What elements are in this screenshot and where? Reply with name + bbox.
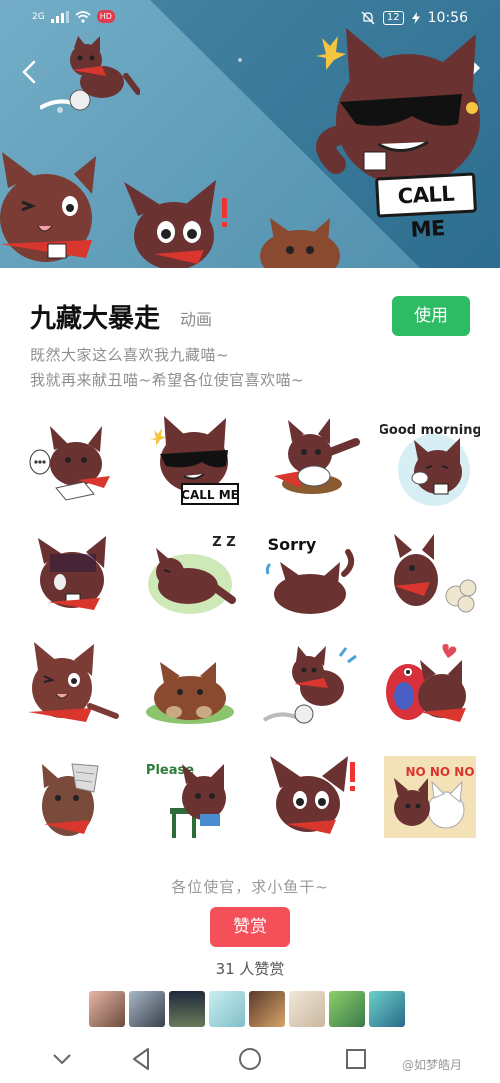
sticker-cat-farting[interactable] [380, 524, 480, 624]
chevron-down-icon[interactable] [46, 1043, 78, 1075]
recents-square-icon[interactable] [340, 1043, 372, 1075]
avatar[interactable] [209, 991, 245, 1027]
hero-running-cat [40, 36, 140, 111]
pack-description-line-1: 既然大家这么喜欢我九藏喵~ [30, 346, 230, 364]
sticker-cat-lying-down[interactable] [140, 636, 240, 736]
cat-sorry-art: Sorry [265, 535, 355, 614]
charging-icon [411, 12, 420, 24]
pack-category: 动画 [180, 310, 213, 329]
call-me-text: CALL ME [181, 488, 239, 502]
good-morning-text: Good morning [380, 423, 480, 438]
sticker-cat-fighting-pose[interactable] [260, 412, 360, 512]
reward-button[interactable]: 赞赏 [210, 907, 290, 947]
avatar[interactable] [169, 991, 205, 1027]
hd-badge: HD [96, 10, 115, 23]
hero-lying-cat [260, 218, 340, 268]
reward-count: 31 人赞赏 [215, 960, 285, 978]
cat-gloomy-art [38, 536, 106, 610]
pack-title: 九藏大暴走 [30, 304, 161, 334]
sticker-cat-bandaged[interactable] [20, 748, 120, 848]
cat-running-art [262, 646, 357, 724]
sticker-cat-sunglasses-call-me[interactable]: CALL ME [140, 412, 240, 512]
sticker-cat-good-morning[interactable]: Good morning [378, 412, 482, 512]
hero-surprised-cat [124, 180, 227, 268]
cat-bandaged-art [42, 763, 99, 836]
sorry-text: Sorry [268, 535, 317, 554]
watermark: @如梦皓月 [402, 1058, 463, 1072]
sticker-cat-sorry[interactable]: Sorry [260, 524, 360, 624]
cat-sunglasses-art: CALL ME [150, 416, 239, 505]
rewarder-avatars [89, 991, 405, 1027]
sticker-cat-surprised[interactable] [260, 748, 360, 848]
sticker-cat-running[interactable] [260, 636, 360, 736]
zz-text: Z Z [212, 535, 235, 550]
cat-typing-art [29, 426, 110, 501]
mute-bell-icon [361, 11, 375, 25]
cat-no-no-no-art: NO NO NO [384, 756, 476, 838]
avatar[interactable] [89, 991, 125, 1027]
network-type: 2G [32, 11, 45, 22]
cat-tongue-art [28, 642, 119, 722]
sticker-cat-with-parrot[interactable] [380, 636, 480, 736]
pack-description-line-2: 我就再来献丑喵~希望各位使官喜欢喵~ [30, 371, 305, 389]
back-triangle-icon[interactable] [126, 1043, 158, 1075]
sticker-cat-tongue-out[interactable] [20, 636, 120, 736]
cat-please-art: Please [146, 763, 226, 838]
sticker-cat-typing[interactable] [20, 412, 120, 512]
cat-fighting-art [274, 418, 360, 494]
wifi-icon [75, 10, 91, 23]
home-circle-icon[interactable] [234, 1043, 266, 1075]
hero-callme-sign: CALL ME [375, 172, 477, 242]
reward-tip: 各位使官，求小鱼干~ [171, 878, 329, 896]
cat-lying-art [146, 662, 234, 724]
hero-banner: 2G HD 12 10:56 CALL ME [0, 0, 500, 268]
use-button[interactable]: 使用 [392, 296, 470, 336]
hero-winking-cat [0, 152, 96, 262]
cat-parrot-art [386, 644, 466, 722]
sticker-cat-gloomy[interactable] [20, 524, 120, 624]
cat-good-morning-art: Good morning [378, 423, 482, 506]
no-no-no-text: NO NO NO [405, 765, 474, 779]
sticker-cat-please[interactable]: Please [140, 748, 240, 848]
cat-farting-art [394, 534, 477, 613]
cat-sleeping-art: Z Z [148, 535, 236, 614]
signal-icon [50, 10, 69, 23]
avatar[interactable] [249, 991, 285, 1027]
cat-surprised-art [270, 756, 355, 834]
sticker-cat-sleeping[interactable]: Z Z [140, 524, 240, 624]
avatar[interactable] [129, 991, 165, 1027]
battery-level: 12 [382, 11, 404, 25]
avatar[interactable] [289, 991, 325, 1027]
sticker-cat-no-no-no[interactable]: NO NO NO [380, 748, 480, 848]
avatar[interactable] [329, 991, 365, 1027]
avatar[interactable] [369, 991, 405, 1027]
